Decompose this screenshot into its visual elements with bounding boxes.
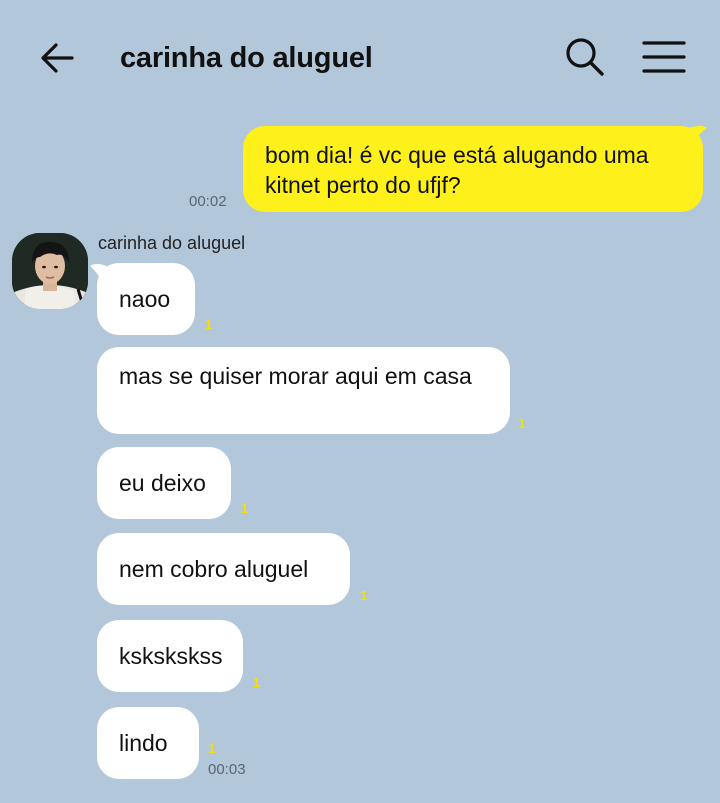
back-button[interactable] xyxy=(36,36,80,80)
unread-count: 1 xyxy=(241,501,249,516)
unread-count: 1 xyxy=(208,741,216,756)
message-text: naoo xyxy=(119,286,171,312)
message-text: eu deixo xyxy=(119,470,206,496)
my-message-bubble[interactable]: bom dia! é vc que está alugando uma kitn… xyxy=(243,126,703,212)
unread-count: 1 xyxy=(205,317,213,332)
message-time: 00:02 xyxy=(189,193,227,210)
arrow-left-icon xyxy=(41,43,74,73)
their-message-bubble[interactable]: eu deixo xyxy=(97,447,231,519)
avatar[interactable] xyxy=(12,233,88,309)
sender-name: carinha do aluguel xyxy=(98,233,246,253)
message-time: 00:03 xyxy=(208,761,246,778)
message-text: mas se quiser morar aqui em casa xyxy=(119,363,472,389)
chat-header: carinha do aluguel xyxy=(0,0,720,115)
their-message-bubble[interactable]: naoo xyxy=(97,263,195,335)
chat-title: carinha do aluguel xyxy=(120,42,373,74)
search-icon xyxy=(566,38,604,76)
their-message-bubble[interactable]: nem cobro aluguel xyxy=(97,533,350,605)
unread-count: 1 xyxy=(360,588,368,603)
message-text: nem cobro aluguel xyxy=(119,556,309,582)
search-button[interactable] xyxy=(562,34,608,80)
profile-photo xyxy=(12,233,88,309)
menu-button[interactable] xyxy=(640,36,688,78)
their-message-bubble[interactable]: kskskskss xyxy=(97,620,243,692)
hamburger-menu-icon xyxy=(642,41,686,73)
their-message-bubble[interactable]: mas se quiser morar aqui em casa xyxy=(97,347,510,434)
their-message-bubble[interactable]: lindo xyxy=(97,707,199,779)
unread-count: 1 xyxy=(253,675,261,690)
message-text: lindo xyxy=(119,730,168,756)
message-text: kskskskss xyxy=(119,643,223,669)
unread-count: 1 xyxy=(518,416,526,431)
message-text: bom dia! é vc que está alugando uma kitn… xyxy=(265,142,649,198)
